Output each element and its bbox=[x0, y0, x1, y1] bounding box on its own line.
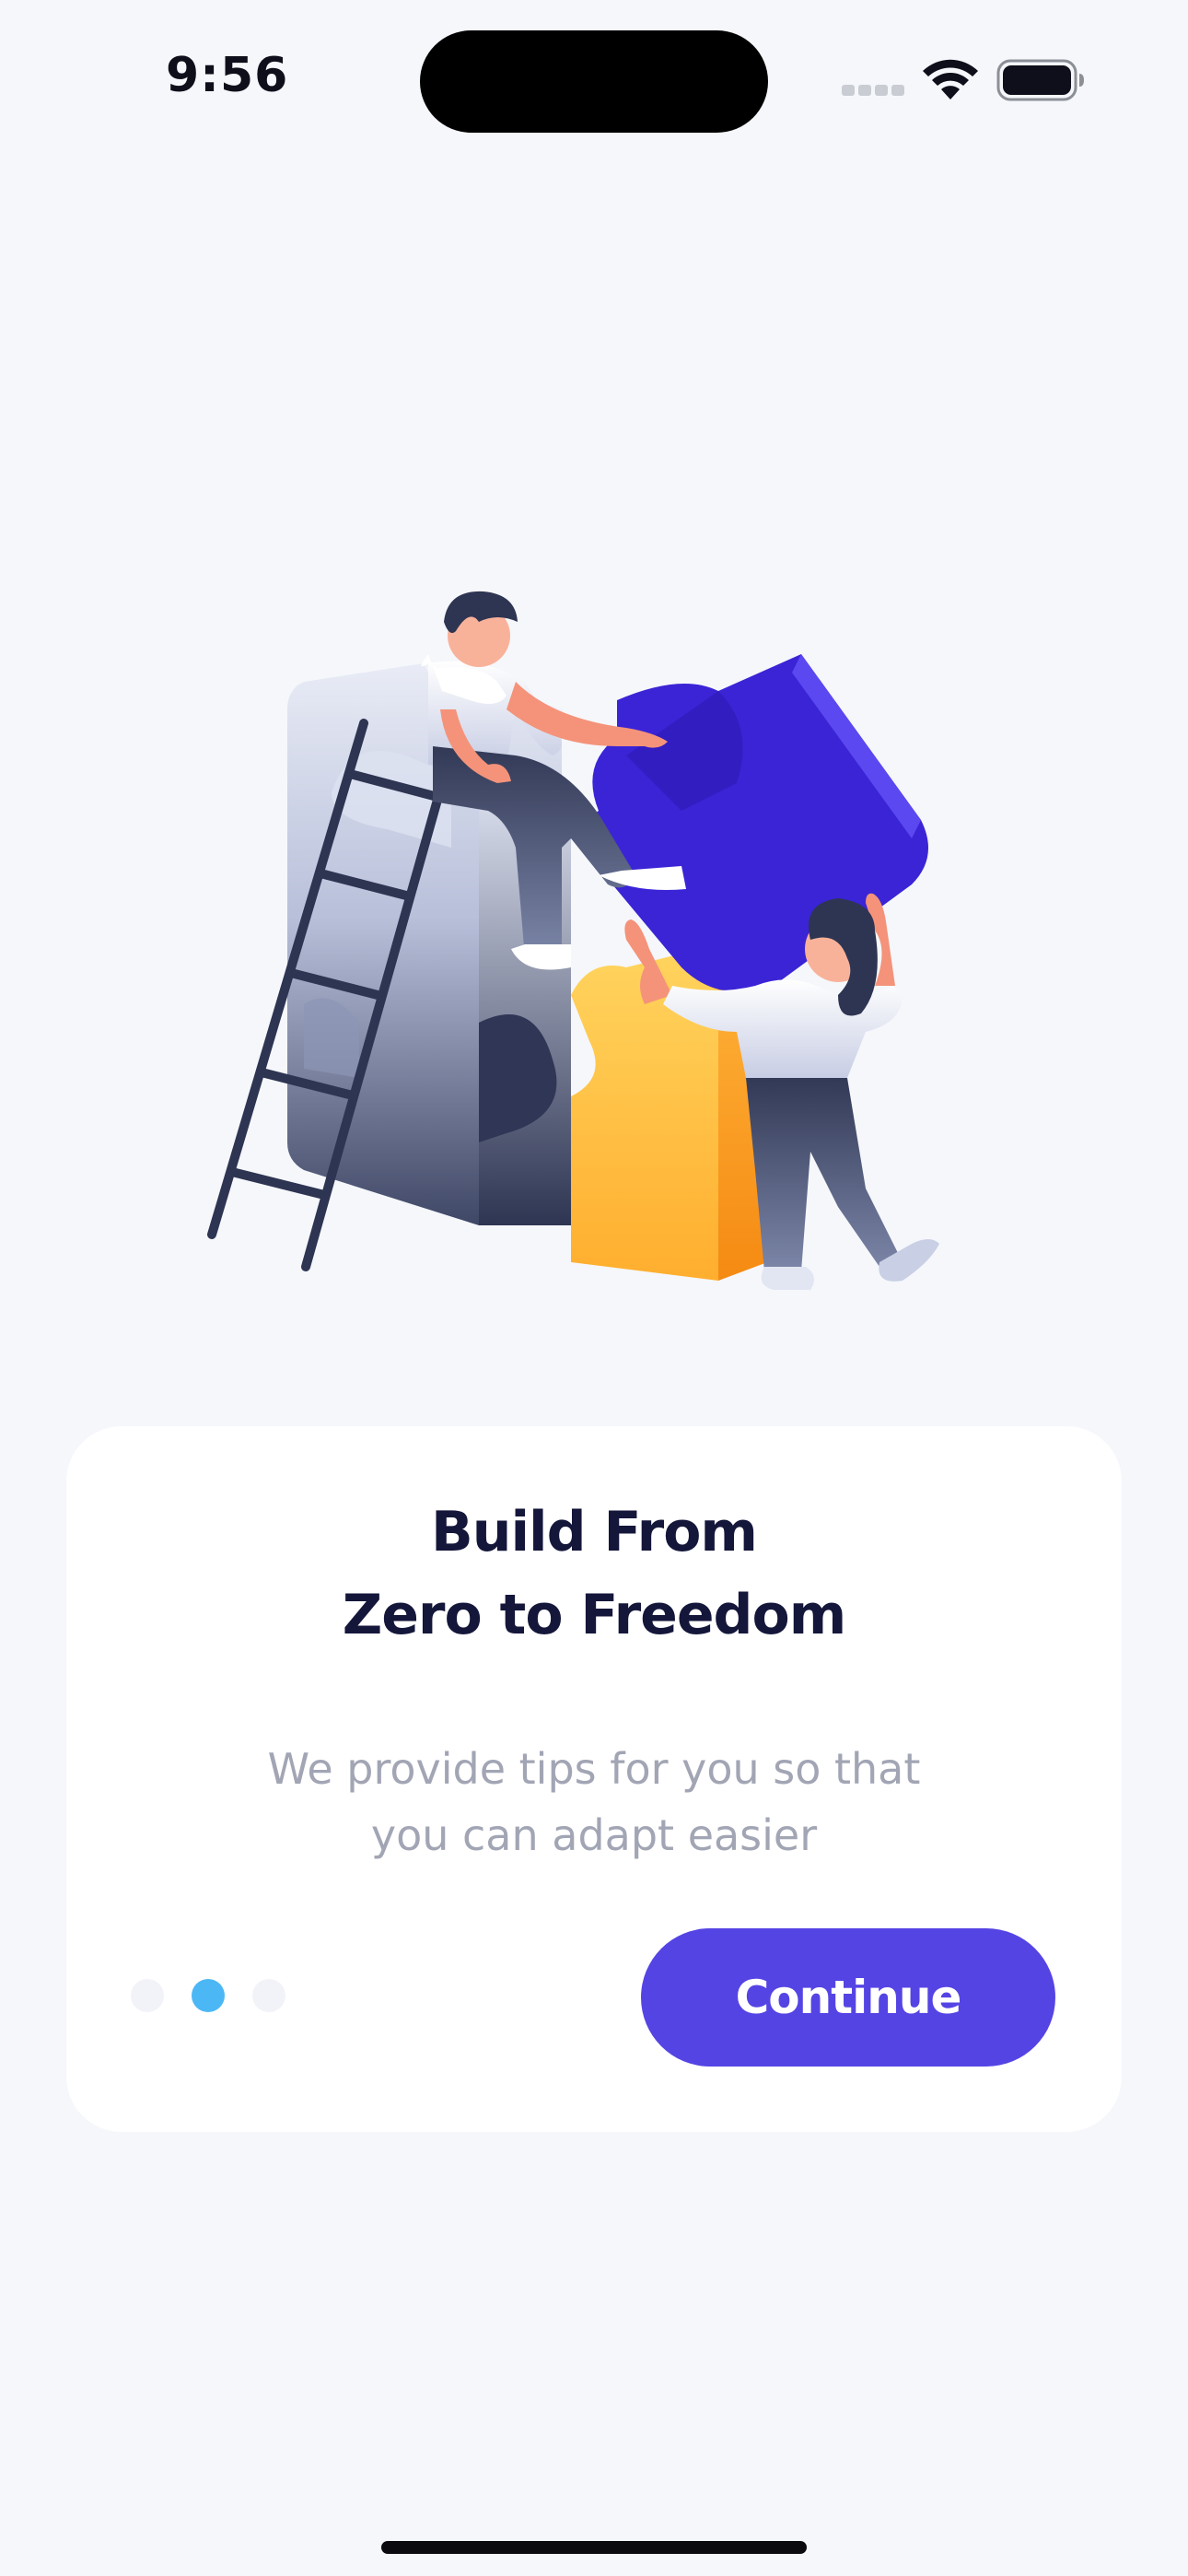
page-dot-3[interactable] bbox=[252, 1979, 285, 2012]
title-line-2: Zero to Freedom bbox=[342, 1583, 847, 1647]
wifi-icon bbox=[923, 59, 978, 100]
subtitle-line-1: We provide tips for you so that bbox=[267, 1744, 921, 1794]
page-dot-2-active[interactable] bbox=[192, 1979, 225, 2012]
battery-icon bbox=[996, 59, 1084, 101]
continue-button[interactable]: Continue bbox=[641, 1928, 1055, 2067]
onboarding-card: Build From Zero to Freedom We provide ti… bbox=[66, 1426, 1122, 2132]
status-time: 9:56 bbox=[166, 48, 289, 103]
subtitle-line-2: you can adapt easier bbox=[370, 1810, 818, 1860]
cellular-signal-icon bbox=[842, 85, 904, 96]
page-dot-1[interactable] bbox=[131, 1979, 164, 2012]
onboarding-subtitle: We provide tips for you so that you can … bbox=[66, 1736, 1122, 1868]
dynamic-island bbox=[420, 30, 768, 133]
title-line-1: Build From bbox=[431, 1500, 758, 1564]
onboarding-title: Build From Zero to Freedom bbox=[66, 1491, 1122, 1657]
home-indicator[interactable] bbox=[381, 2541, 807, 2554]
page-indicator bbox=[131, 1977, 297, 2014]
people-assembling-puzzle-illustration bbox=[207, 591, 939, 1290]
